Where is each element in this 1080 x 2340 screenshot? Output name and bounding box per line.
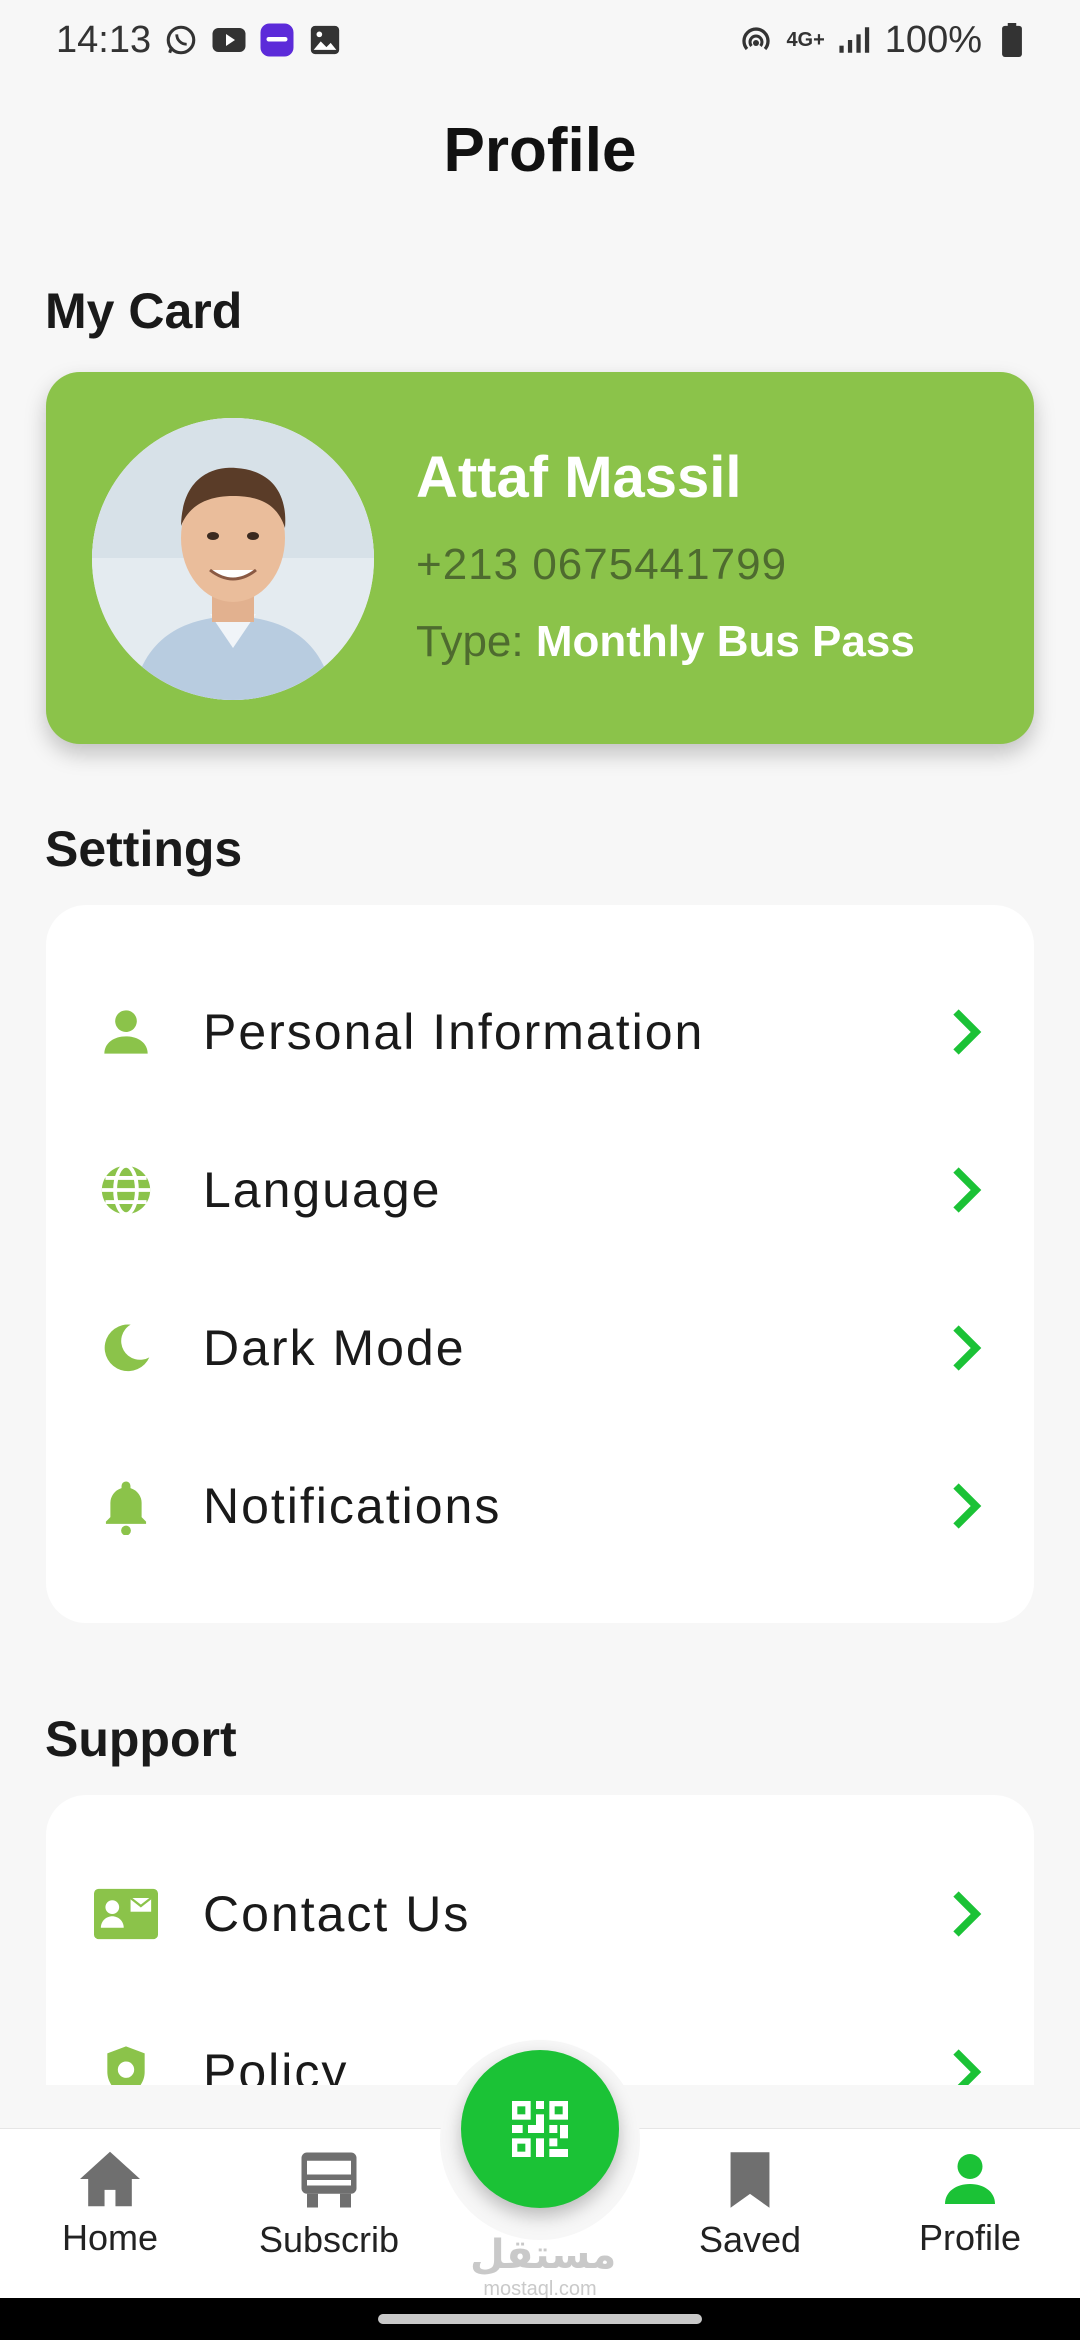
contact-card-icon	[94, 1882, 158, 1946]
watermark: مستقل mostaql.com	[470, 2232, 617, 2301]
qr-code-icon	[512, 2101, 568, 2157]
chevron-right-icon	[946, 1889, 986, 1939]
support-item-contact-us[interactable]: Contact Us	[46, 1835, 1034, 1993]
nav-saved[interactable]: Saved	[650, 2149, 850, 2261]
scan-qr-button[interactable]	[461, 2050, 619, 2208]
policy-icon	[94, 2040, 158, 2085]
home-gesture-pill[interactable]	[378, 2314, 702, 2324]
nav-subscriptions-label: Subscrib	[258, 2219, 400, 2260]
nav-profile[interactable]: Profile	[870, 2149, 1070, 2259]
person-icon	[945, 2154, 995, 2204]
nav-saved-label: Saved	[698, 2219, 802, 2260]
support-item-label: Contact Us	[203, 1886, 471, 1942]
system-navigation-bar	[0, 2298, 1080, 2340]
nav-home-label: Home	[61, 2217, 159, 2258]
nav-profile-label: Profile	[918, 2217, 1022, 2258]
nav-home[interactable]: Home	[10, 2149, 210, 2259]
home-icon	[80, 2151, 140, 2207]
scroll-clip: Contact Us Policy	[0, 0, 1080, 2085]
support-item-label: Policy	[203, 2044, 349, 2085]
chevron-right-icon	[946, 2047, 986, 2085]
bus-icon	[301, 2152, 357, 2208]
nav-subscriptions[interactable]: Subscrib	[229, 2149, 429, 2261]
watermark-arabic: مستقل	[470, 2233, 617, 2277]
bookmark-icon	[730, 2152, 770, 2208]
